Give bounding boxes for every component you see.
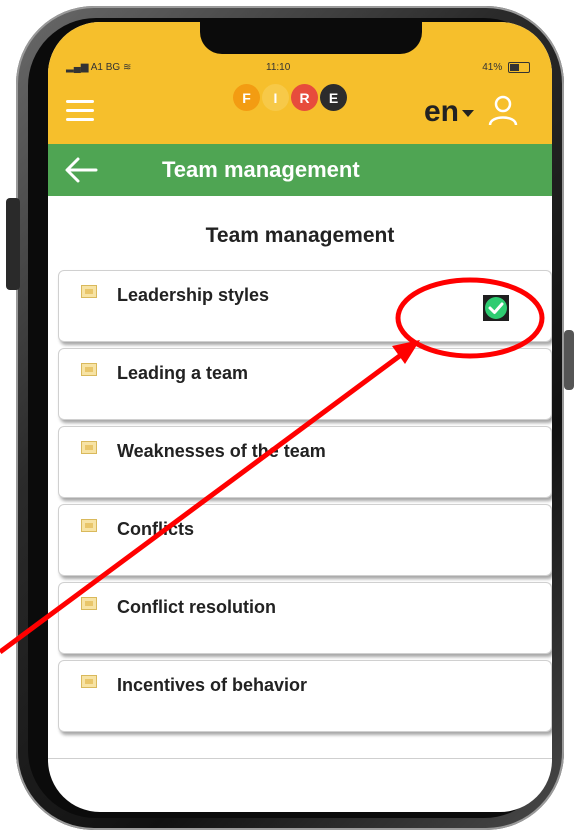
status-bar: ▂▄▆ A1 BG ≋ 11:10 41% — [48, 60, 552, 78]
lesson-list: Leadership styles Leading a team Weaknesse… — [58, 270, 552, 738]
fire-logo: FIRE — [233, 84, 373, 132]
language-label: en — [424, 95, 460, 128]
status-time: 11:10 — [266, 62, 291, 73]
bottom-divider — [48, 758, 552, 759]
lesson-label: Conflict resolution — [117, 597, 276, 617]
logo-letter: F — [233, 84, 260, 111]
title-bar: Team management — [48, 144, 552, 196]
phone-side-button — [6, 198, 20, 290]
lesson-icon — [81, 675, 97, 688]
lesson-item[interactable]: Incentives of behavior — [58, 660, 552, 732]
lesson-icon — [81, 519, 97, 532]
wifi-icon: ≋ — [122, 62, 132, 73]
user-icon[interactable] — [488, 94, 518, 126]
phone-side-button-right — [564, 330, 574, 390]
carrier-label: A1 BG — [90, 62, 121, 73]
check-icon — [483, 295, 509, 321]
language-selector[interactable]: en — [424, 95, 475, 129]
back-arrow-icon[interactable] — [64, 156, 98, 184]
lesson-item[interactable]: Leading a team — [58, 348, 552, 420]
carrier-indicator: ▂▄▆ A1 BG ≋ — [66, 62, 131, 73]
logo-letter: I — [262, 84, 289, 111]
lesson-label: Conflicts — [117, 519, 195, 539]
lesson-label: Weaknesses of the team — [117, 441, 326, 461]
lesson-icon — [81, 285, 97, 298]
hamburger-menu-icon[interactable] — [66, 100, 94, 122]
lesson-icon — [81, 363, 97, 376]
logo-letter: R — [291, 84, 318, 111]
lesson-item[interactable]: Leadership styles — [58, 270, 552, 342]
battery-icon — [508, 62, 530, 73]
lesson-item[interactable]: Conflict resolution — [58, 582, 552, 654]
lesson-item[interactable]: Conflicts — [58, 504, 552, 576]
caret-down-icon — [462, 109, 475, 117]
phone-notch — [200, 22, 422, 54]
title-bar-title: Team management — [162, 157, 360, 182]
logo-letter: E — [320, 84, 347, 111]
app-screen: ▂▄▆ A1 BG ≋ 11:10 41% FIRE en Team manag… — [48, 22, 552, 812]
signal-icon: ▂▄▆ — [66, 62, 89, 73]
lesson-icon — [81, 441, 97, 454]
lesson-item[interactable]: Weaknesses of the team — [58, 426, 552, 498]
lesson-label: Leadership styles — [117, 285, 270, 305]
lesson-icon — [81, 597, 97, 610]
battery-indicator: 41% — [482, 62, 530, 73]
section-title: Team management — [205, 224, 395, 247]
logo-letters: FIRE — [233, 84, 373, 111]
battery-percent: 41% — [482, 62, 503, 74]
lesson-label: Leading a team — [117, 363, 249, 383]
lesson-label: Incentives of behavior — [117, 675, 308, 695]
